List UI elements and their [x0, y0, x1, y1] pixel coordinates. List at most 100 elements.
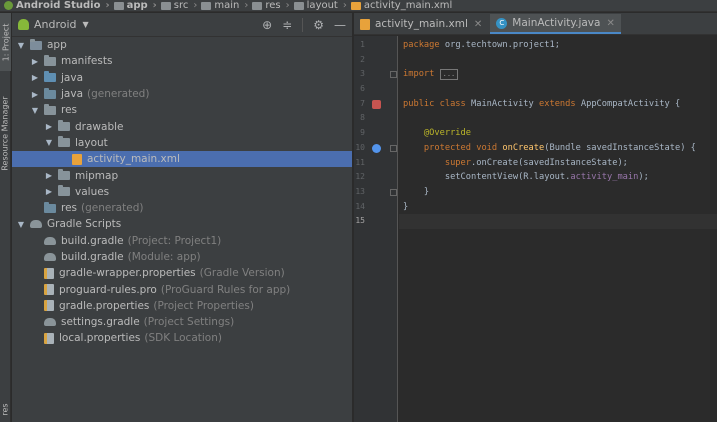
properties-file-icon	[44, 300, 54, 312]
gear-icon[interactable]: ⚙	[313, 18, 324, 32]
line-number: 12	[355, 172, 365, 182]
breadcrumb-item[interactable]: src ›	[160, 0, 202, 11]
tree-item[interactable]: ▶ java	[12, 70, 352, 86]
code-line: setContentView(R.layout.activity_main);	[444, 172, 649, 183]
res-folder-icon	[44, 103, 56, 115]
breadcrumb-item[interactable]: res ›	[252, 0, 293, 11]
tree-item-hint: (Module: app)	[127, 251, 201, 263]
fold-icon[interactable]	[390, 188, 397, 196]
breadcrumb-item[interactable]: activity_main.xml	[350, 0, 452, 11]
tree-item-label: res	[61, 202, 78, 215]
tree-item-label: Gradle Scripts	[47, 218, 122, 231]
tree-item[interactable]: ▼ Gradle Scripts	[12, 216, 352, 232]
folder-icon	[252, 1, 263, 10]
folder-icon	[58, 120, 70, 132]
line-number: 7	[354, 97, 397, 112]
breadcrumb-item[interactable]: app ›	[113, 0, 161, 11]
java-folder-icon	[44, 71, 56, 83]
code-line: @Override	[423, 128, 471, 139]
tab-activity-main-xml[interactable]: activity_main.xml ✕	[354, 14, 488, 34]
collapse-arrow-icon[interactable]: ▶	[44, 171, 54, 180]
collapse-all-icon[interactable]: ≑	[282, 18, 292, 32]
android-icon	[18, 19, 29, 30]
tree-item[interactable]: local.properties (SDK Location)	[12, 330, 352, 346]
project-panel-toolbar: Android ▼ ⊕ ≑ ⚙ —	[12, 13, 352, 37]
tree-item[interactable]: gradle.properties (Project Properties)	[12, 298, 352, 314]
bottom-tool-tab[interactable]: res	[0, 398, 11, 420]
chevron-down-icon[interactable]: ▼	[83, 20, 89, 29]
code-line: super.onCreate(savedInstanceState);	[444, 157, 628, 168]
override-icon[interactable]	[372, 143, 381, 153]
tree-item[interactable]: ▶ drawable	[12, 118, 352, 134]
expand-arrow-icon[interactable]: ▼	[44, 138, 54, 147]
code-editor[interactable]: package org.techtown.project1; import ..…	[399, 36, 717, 422]
xml-file-icon	[360, 18, 370, 30]
collapse-arrow-icon[interactable]: ▶	[30, 90, 40, 99]
tree-item[interactable]: ▶ values	[12, 184, 352, 200]
tree-item[interactable]: ▶ manifests	[12, 53, 352, 69]
tree-item[interactable]: ▶ java (generated)	[12, 86, 352, 102]
tree-item[interactable]: activity_main.xml	[12, 151, 352, 168]
close-icon[interactable]: ✕	[606, 18, 614, 29]
resource-manager-tab[interactable]: Resource Manager	[0, 83, 11, 183]
folder-icon	[58, 136, 70, 148]
collapse-arrow-icon[interactable]: ▶	[44, 187, 54, 196]
expand-arrow-icon[interactable]: ▼	[16, 220, 26, 229]
line-number: 14	[355, 201, 365, 211]
tab-main-activity-java[interactable]: C MainActivity.java ✕	[490, 14, 621, 34]
tree-item[interactable]: build.gradle (Module: app)	[12, 249, 352, 265]
tree-item-label: mipmap	[75, 169, 119, 182]
left-tool-strip: 1: Project Resource Manager res	[0, 13, 11, 422]
breadcrumb-item[interactable]: main ›	[201, 0, 252, 11]
folder-icon	[44, 54, 56, 66]
line-number: 10	[354, 141, 397, 156]
project-tree: ▼ app ▶ manifests ▶ java ▶ java (generated) ▼ res ▶…	[12, 37, 352, 347]
tree-item[interactable]: gradle-wrapper.properties (Gradle Version…	[12, 265, 352, 281]
line-number: 13	[354, 185, 397, 200]
run-icon[interactable]	[372, 99, 381, 109]
code-line: public class MainActivity extends AppCom…	[403, 98, 681, 109]
folder-icon	[58, 169, 70, 181]
folder-icon	[293, 1, 304, 10]
locate-file-icon[interactable]: ⊕	[262, 18, 272, 32]
expand-arrow-icon[interactable]: ▼	[30, 106, 40, 115]
tree-item[interactable]: settings.gradle (Project Settings)	[12, 314, 352, 330]
fold-icon[interactable]	[390, 144, 397, 152]
tree-item[interactable]: ▼ layout	[12, 135, 352, 151]
expand-arrow-icon[interactable]: ▼	[16, 41, 26, 50]
breadcrumb-item[interactable]: Android Studio ›	[4, 0, 114, 11]
module-folder-icon	[30, 38, 42, 50]
tree-item-label: manifests	[61, 55, 113, 68]
tree-item[interactable]: res (generated)	[12, 200, 352, 216]
collapse-arrow-icon[interactable]: ▶	[30, 57, 40, 66]
tree-item-label: build.gradle	[61, 234, 124, 247]
project-panel: Android ▼ ⊕ ≑ ⚙ — ▼ app ▶ manifests ▶ java ▶ ja…	[12, 13, 353, 422]
toolbar-divider	[302, 17, 304, 32]
line-number: 1	[360, 40, 365, 49]
tree-item-label: layout	[75, 136, 108, 149]
tree-item-label: java	[61, 71, 83, 84]
collapse-arrow-icon[interactable]: ▶	[30, 73, 40, 82]
tree-item[interactable]: ▼ app	[12, 37, 352, 53]
tree-item-hint: (generated)	[81, 202, 144, 215]
tree-item[interactable]: ▶ mipmap	[12, 167, 352, 183]
close-icon[interactable]: ✕	[474, 19, 482, 30]
collapse-arrow-icon[interactable]: ▶	[44, 122, 54, 131]
tree-item[interactable]: build.gradle (Project: Project1)	[12, 233, 352, 249]
tree-item-label: settings.gradle	[61, 316, 140, 329]
properties-file-icon	[44, 284, 54, 296]
minimize-icon[interactable]: —	[334, 18, 346, 32]
breadcrumb: Android Studio › app › src › main › res › lay…	[0, 0, 717, 12]
project-tool-tab[interactable]: 1: Project	[0, 13, 11, 71]
tree-item[interactable]: proguard-rules.pro (ProGuard Rules for ap…	[12, 281, 352, 297]
tree-item-label: build.gradle	[61, 251, 124, 263]
gradle-icon	[44, 318, 56, 327]
tree-item-hint: (Project: Project1)	[127, 234, 222, 247]
tree-item[interactable]: ▼ res	[12, 102, 352, 118]
breadcrumb-item[interactable]: layout ›	[293, 0, 351, 11]
project-view-selector[interactable]: Android	[34, 18, 77, 31]
fold-icon[interactable]	[390, 71, 397, 79]
folded-imports[interactable]: ...	[439, 69, 459, 81]
